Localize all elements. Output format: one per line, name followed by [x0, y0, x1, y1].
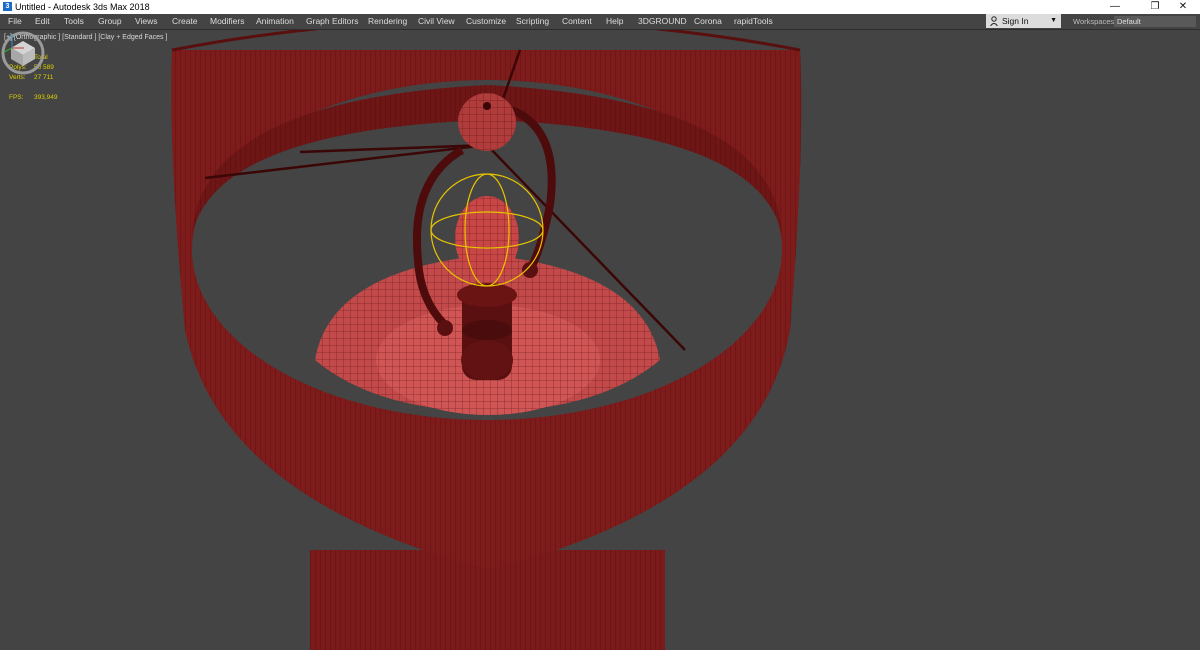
menu-help[interactable]: Help — [606, 14, 623, 28]
axis-tripod-icon — [3, 34, 24, 53]
sign-in-dropdown[interactable]: Sign In ▼ — [986, 14, 1061, 28]
workspaces-select[interactable]: Default — [1114, 16, 1196, 27]
menu-customize[interactable]: Customize — [466, 14, 506, 28]
menu-animation[interactable]: Animation — [256, 14, 294, 28]
menu-group[interactable]: Group — [98, 14, 122, 28]
menu-3dground[interactable]: 3DGROUND — [638, 14, 687, 28]
minimize-button[interactable]: — — [1098, 0, 1132, 14]
menu-modifiers[interactable]: Modifiers — [210, 14, 244, 28]
sign-in-label: Sign In — [1002, 16, 1029, 26]
minimize-icon: — — [1110, 1, 1120, 12]
scene-render — [171, 30, 802, 650]
chevron-down-icon: ▼ — [1050, 17, 1057, 24]
menu-corona[interactable]: Corona — [694, 14, 722, 28]
menu-edit[interactable]: Edit — [35, 14, 50, 28]
window-title: Untitled - Autodesk 3ds Max 2018 — [15, 2, 150, 12]
lamp-socket — [457, 283, 517, 380]
menu-rapidtools[interactable]: rapidTools — [734, 14, 773, 28]
menu-graph-editors[interactable]: Graph Editors — [306, 14, 358, 28]
close-icon: ✕ — [1178, 1, 1188, 12]
menu-content[interactable]: Content — [562, 14, 592, 28]
close-button[interactable]: ✕ — [1166, 0, 1200, 14]
fps-value: 393,949 — [34, 94, 58, 101]
restore-icon: ❐ — [1150, 1, 1160, 12]
light-bulb — [455, 196, 519, 280]
user-icon — [990, 16, 998, 26]
menu-rendering[interactable]: Rendering — [368, 14, 407, 28]
harp-joint-right — [522, 262, 538, 278]
workspaces-label: Workspaces: — [1073, 17, 1117, 26]
menu-tools[interactable]: Tools — [64, 14, 84, 28]
menu-create[interactable]: Create — [172, 14, 198, 28]
perspective-viewport[interactable]: [+] [Orthographic ] [Standard ] [Clay + … — [0, 30, 1200, 650]
menu-views[interactable]: Views — [135, 14, 158, 28]
lamp-finial — [458, 93, 516, 151]
menu-file[interactable]: File — [8, 14, 22, 28]
menu-scripting[interactable]: Scripting — [516, 14, 549, 28]
menu-civil-view[interactable]: Civil View — [418, 14, 455, 28]
harp-joint-left — [437, 320, 453, 336]
fps-label: FPS: — [9, 94, 24, 101]
3ds-max-icon: 3 — [3, 2, 12, 11]
title-bar: 3 Untitled - Autodesk 3ds Max 2018 — ❐ ✕ — [0, 0, 1200, 14]
